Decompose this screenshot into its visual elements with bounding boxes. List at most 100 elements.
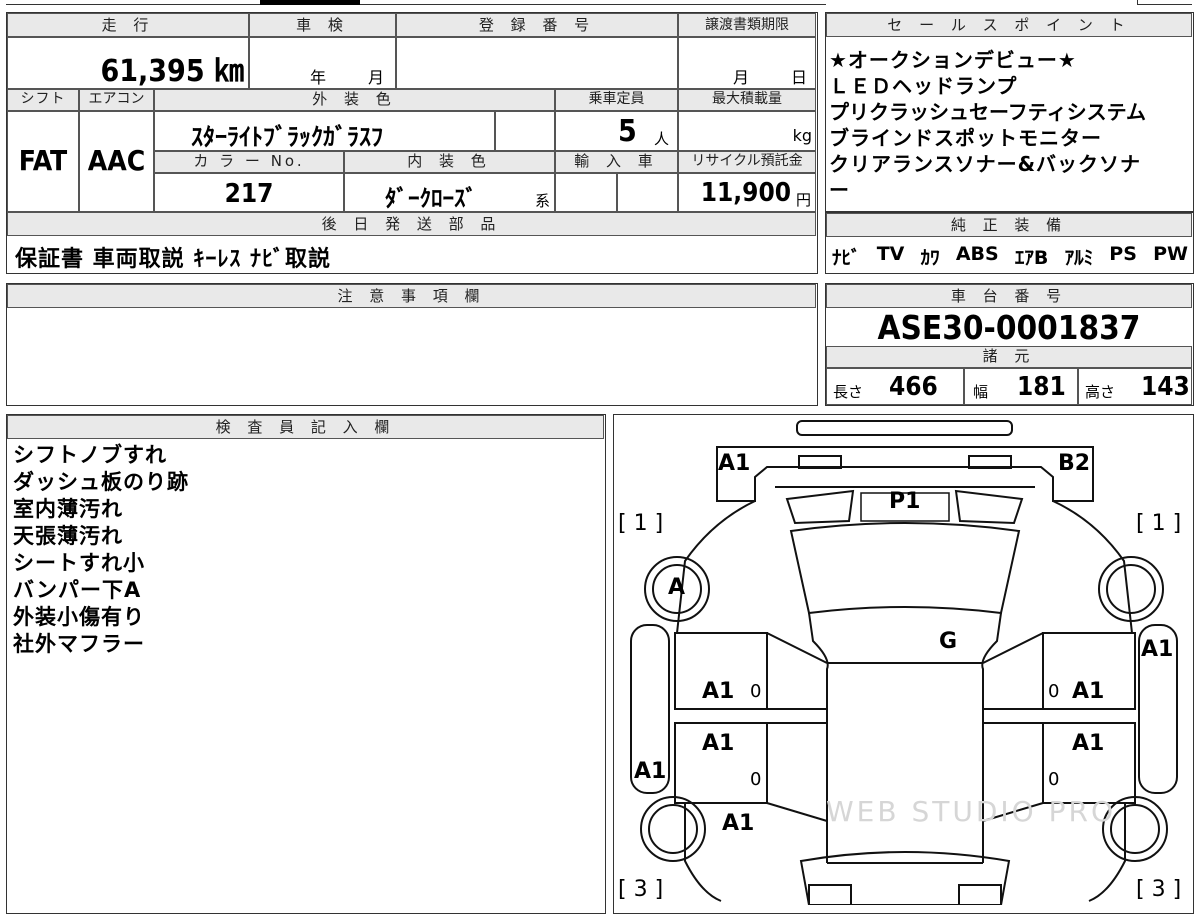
equipment-item: TV xyxy=(876,243,905,265)
mark-zero: 0 xyxy=(1048,681,1060,702)
aircon-header: エアコン xyxy=(79,89,154,111)
transfer-deadline-cell: 月 日 xyxy=(678,37,816,89)
recycle-unit: 円 xyxy=(795,191,811,209)
registration-cell xyxy=(396,37,678,89)
inspector-note: シフトノブすれ xyxy=(13,443,167,467)
recycle-cell: 11,900 円 xyxy=(678,173,816,212)
max-load-header: 最大積載量 xyxy=(678,89,816,111)
equipment-item: ABS xyxy=(955,243,999,265)
chassis-header: 車 台 番 号 xyxy=(826,284,1192,308)
equipment-item: PS xyxy=(1109,243,1137,265)
later-parts-value: 保証書 車両取説 ｷｰﾚｽ ﾅﾋﾞ取説 xyxy=(15,247,331,272)
sales-point-line: ブラインドスポットモニター xyxy=(829,126,1102,150)
sales-points-list: ★オークションデビュー★ ＬＥＤヘッドランプ プリクラッシュセーフティシステム … xyxy=(829,47,1193,203)
mark-left-side: A1 xyxy=(634,759,667,784)
capacity-header: 乗車定員 xyxy=(555,89,678,111)
interior-color-cell: ﾀﾞｰｸﾛｰｽﾞ 系 xyxy=(344,173,555,212)
capacity-value: 5 xyxy=(618,114,637,149)
mark-windshield: G xyxy=(939,629,958,654)
shift-value: FAT xyxy=(18,144,68,177)
import-cell-2 xyxy=(617,173,678,212)
bracket-bottom-right: [ 3 ] xyxy=(1136,877,1182,902)
spec-width-label: 幅 xyxy=(973,383,989,401)
sales-points-header: セ ー ル ス ポ イ ン ト xyxy=(826,13,1192,37)
car-damage-diagram: WEB STUDIO PRO A1 B2 P1 G A A1 A1 A1 A1 … xyxy=(613,414,1194,914)
inspector-note: 社外マフラー xyxy=(13,632,145,656)
max-load-cell: kg xyxy=(678,111,816,151)
inspector-box: 検 査 員 記 入 欄 シフトノブすれ ダッシュ板のり跡 室内薄汚れ 天張薄汚れ… xyxy=(6,414,606,914)
mark-wheel-front-left: A xyxy=(668,575,686,600)
exterior-color-value: ｽﾀｰﾗｲﾄﾌﾞﾗｯｸｶﾞﾗｽﾌ xyxy=(191,123,383,151)
bracket-top-left: [ 1 ] xyxy=(618,511,664,536)
spec-height-value: 143 xyxy=(1141,372,1190,402)
mark-front-left: A1 xyxy=(718,451,751,476)
mark-rear-door-left: A1 xyxy=(702,731,735,756)
sales-point-line: プリクラッシュセーフティシステム xyxy=(829,100,1146,124)
genuine-equipment-box: 純 正 装 備 ﾅﾋﾞ TV ｶﾜ ABS ｴｱB ｱﾙﾐ PS PW xyxy=(825,212,1194,274)
sales-point-line: ー xyxy=(829,178,850,202)
aircon-cell: AAC xyxy=(79,111,154,212)
bracket-bottom-left: [ 3 ] xyxy=(618,877,664,902)
equipment-item: ﾅﾋﾞ xyxy=(832,247,861,269)
inspection-header: 車 検 xyxy=(249,13,396,37)
mileage-cell: 61,395 ㎞ xyxy=(7,37,249,89)
exterior-color-header: 外 装 色 xyxy=(154,89,555,111)
mileage-header: 走 行 xyxy=(7,13,249,37)
interior-color-value: ﾀﾞｰｸﾛｰｽﾞ xyxy=(385,186,477,212)
mark-front-door-right: A1 xyxy=(1072,679,1105,704)
later-parts-header: 後 日 発 送 部 品 xyxy=(7,212,816,236)
aircon-value: AAC xyxy=(87,144,146,177)
spec-length-cell: 長さ 466 xyxy=(826,368,964,405)
sales-point-line: ＬＥＤヘッドランプ xyxy=(829,74,1018,98)
color-no-header: カ ラ ー No. xyxy=(154,151,344,173)
recycle-value: 11,900 xyxy=(700,178,791,208)
import-cell-1 xyxy=(555,173,617,212)
mark-front-right: B2 xyxy=(1058,451,1091,476)
inspector-notes-list: シフトノブすれ ダッシュ板のり跡 室内薄汚れ 天張薄汚れ シートすれ小 バンパー… xyxy=(13,442,189,658)
mileage-value: 61,395 ㎞ xyxy=(100,54,244,89)
bracket-top-right: [ 1 ] xyxy=(1136,511,1182,536)
capacity-cell: 5 人 xyxy=(555,111,678,151)
inspection-cell: 年 月 xyxy=(249,37,396,89)
sales-points-box: セ ー ル ス ポ イ ン ト ★オークションデビュー★ ＬＥＤヘッドランプ プ… xyxy=(825,12,1194,212)
inspector-note: ダッシュ板のり跡 xyxy=(13,470,189,494)
vehicle-info-table: 走 行 車 検 登 録 番 号 譲渡書類期限 61,395 ㎞ 年 月 月 日 … xyxy=(6,12,818,274)
shift-header: シフト xyxy=(7,89,79,111)
color-no-value: 217 xyxy=(224,179,274,209)
transfer-month: 月 xyxy=(733,68,750,87)
equipment-item: ｱﾙﾐ xyxy=(1064,247,1094,269)
capacity-unit: 人 xyxy=(654,130,670,148)
inspector-header: 検 査 員 記 入 欄 xyxy=(7,415,604,439)
max-load-unit: kg xyxy=(792,126,812,145)
sales-point-line: ★オークションデビュー★ xyxy=(829,48,1077,72)
mark-front-door-left: A1 xyxy=(702,679,735,704)
sales-point-line: クリアランスソナー&バックソナ xyxy=(829,152,1142,176)
notes-box: 注 意 事 項 欄 xyxy=(6,283,818,406)
spec-length-value: 466 xyxy=(889,372,938,402)
specs-header: 諸 元 xyxy=(826,346,1192,368)
exterior-color-cell: ｽﾀｰﾗｲﾄﾌﾞﾗｯｸｶﾞﾗｽﾌ xyxy=(154,111,495,151)
exterior-color-extra-cell xyxy=(495,111,555,151)
notes-header: 注 意 事 項 欄 xyxy=(7,284,816,308)
inspection-year: 年 xyxy=(310,68,327,87)
genuine-equipment-header: 純 正 装 備 xyxy=(826,213,1192,237)
mark-hood: P1 xyxy=(889,489,921,514)
transfer-deadline-header: 譲渡書類期限 xyxy=(678,13,816,37)
spec-width-cell: 幅 181 xyxy=(964,368,1078,405)
registration-header: 登 録 番 号 xyxy=(396,13,678,37)
inspector-note: 室内薄汚れ xyxy=(13,497,123,521)
recycle-header: リサイクル預託金 xyxy=(678,151,816,173)
inspection-month: 月 xyxy=(368,68,385,87)
shift-cell: FAT xyxy=(7,111,79,212)
equipment-item: ｶﾜ xyxy=(920,247,940,269)
mark-right-side: A1 xyxy=(1141,637,1174,662)
equipment-item: ｴｱB xyxy=(1014,247,1049,269)
chassis-box: 車 台 番 号 ASE30-0001837 諸 元 長さ 466 幅 181 高… xyxy=(825,283,1194,406)
mark-rear-left: A1 xyxy=(722,811,755,836)
spec-length-label: 長さ xyxy=(833,383,864,401)
spec-height-label: 高さ xyxy=(1085,383,1116,401)
mark-zero: 0 xyxy=(750,681,762,702)
mark-zero: 0 xyxy=(750,769,762,790)
equipment-item: PW xyxy=(1153,243,1188,265)
diagram-watermark: WEB STUDIO PRO xyxy=(826,795,1116,828)
